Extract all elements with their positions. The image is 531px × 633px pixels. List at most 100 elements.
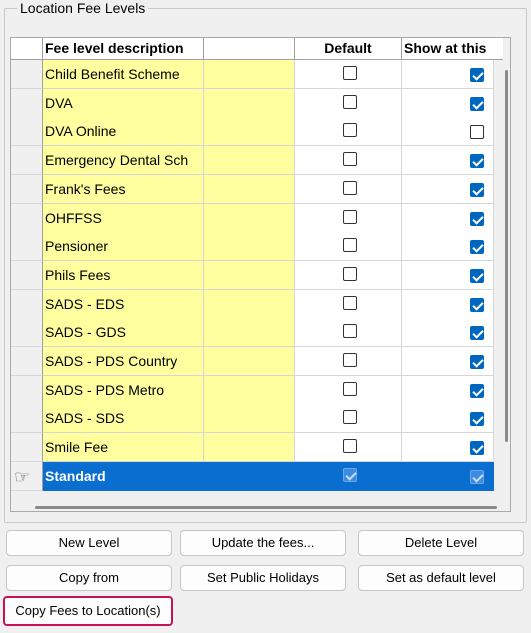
show-at-this-checkbox[interactable]	[470, 68, 484, 82]
show-at-this-checkbox[interactable]	[470, 412, 484, 427]
default-checkbox[interactable]	[343, 381, 357, 396]
blank-cell[interactable]	[204, 433, 295, 463]
fee-level-description-cell[interactable]: Standard	[43, 461, 204, 491]
default-checkbox[interactable]	[343, 123, 357, 138]
blank-cell[interactable]	[204, 404, 295, 434]
fee-level-description-cell[interactable]: SADS - GDS	[43, 318, 204, 348]
row-indicator[interactable]	[11, 318, 43, 348]
table-row[interactable]: Child Benefit Scheme	[11, 60, 503, 89]
table-row[interactable]: ☞ Standard	[11, 461, 503, 491]
show-at-this-checkbox[interactable]	[470, 182, 484, 197]
row-indicator[interactable]	[11, 260, 43, 290]
vertical-scroll-thumb[interactable]	[505, 70, 508, 442]
blank-cell[interactable]	[204, 174, 295, 204]
new-level-button[interactable]: New Level	[6, 530, 172, 556]
default-checkbox[interactable]	[343, 66, 357, 80]
fee-level-description-cell[interactable]: Pensioner	[43, 232, 204, 262]
fee-level-description-cell[interactable]: Smile Fee	[43, 433, 204, 463]
row-indicator[interactable]	[11, 60, 43, 89]
blank-cell[interactable]	[204, 461, 295, 491]
show-at-this-checkbox[interactable]	[470, 297, 484, 312]
fee-level-description-cell[interactable]: SADS - PDS Country	[43, 347, 204, 376]
default-checkbox[interactable]	[343, 152, 357, 167]
fee-level-description-cell[interactable]: OHFFSS	[43, 203, 204, 233]
set-default-level-button[interactable]: Set as default level	[358, 565, 524, 591]
row-indicator[interactable]	[11, 174, 43, 204]
row-indicator[interactable]	[11, 289, 43, 319]
blank-cell[interactable]	[204, 232, 295, 262]
default-checkbox[interactable]	[343, 295, 357, 310]
set-public-holidays-button[interactable]: Set Public Holidays	[180, 565, 346, 591]
default-checkbox[interactable]	[343, 238, 357, 253]
row-indicator[interactable]	[11, 347, 43, 376]
table-row[interactable]: DVA Online	[11, 117, 503, 147]
horizontal-scrollbar[interactable]	[11, 503, 503, 511]
fee-levels-grid[interactable]: Fee level description Default Show at th…	[10, 37, 511, 512]
blank-cell[interactable]	[204, 260, 295, 290]
copy-from-button[interactable]: Copy from	[6, 565, 172, 591]
default-checkbox[interactable]	[343, 180, 357, 195]
table-row[interactable]: SADS - GDS	[11, 318, 503, 348]
show-at-this-checkbox[interactable]	[470, 268, 484, 283]
table-row[interactable]: Pensioner	[11, 232, 503, 262]
show-at-this-checkbox[interactable]	[470, 355, 484, 369]
table-row[interactable]: OHFFSS	[11, 203, 503, 233]
table-row[interactable]: SADS - PDS Country	[11, 347, 503, 376]
default-checkbox[interactable]	[343, 410, 357, 425]
default-checkbox[interactable]	[343, 467, 357, 482]
default-checkbox[interactable]	[343, 324, 357, 339]
show-at-this-checkbox[interactable]	[470, 383, 484, 398]
fee-level-description-cell[interactable]: SADS - EDS	[43, 289, 204, 319]
table-row[interactable]: SADS - SDS	[11, 404, 503, 434]
fee-level-description-cell[interactable]: SADS - SDS	[43, 404, 204, 434]
header-fee-level-description[interactable]: Fee level description	[43, 38, 204, 59]
blank-cell[interactable]	[204, 289, 295, 319]
row-indicator[interactable]: ☞	[11, 461, 43, 491]
row-indicator[interactable]	[11, 404, 43, 434]
show-at-this-checkbox[interactable]	[470, 211, 484, 226]
row-indicator[interactable]	[11, 88, 43, 118]
show-at-this-checkbox[interactable]	[470, 326, 484, 341]
fee-level-description-cell[interactable]: Child Benefit Scheme	[43, 60, 204, 89]
row-indicator[interactable]	[11, 146, 43, 176]
table-row[interactable]: Frank's Fees	[11, 174, 503, 204]
default-checkbox[interactable]	[343, 353, 357, 367]
show-at-this-checkbox[interactable]	[470, 154, 484, 169]
fee-level-description-cell[interactable]: DVA	[43, 88, 204, 118]
table-row[interactable]: DVA	[11, 88, 503, 118]
fee-level-description-cell[interactable]: DVA Online	[43, 117, 204, 147]
show-at-this-checkbox[interactable]	[470, 240, 484, 255]
fee-level-description-cell[interactable]: Phils Fees	[43, 260, 204, 290]
blank-cell[interactable]	[204, 146, 295, 176]
show-at-this-checkbox[interactable]	[470, 96, 484, 111]
fee-level-description-cell[interactable]: Frank's Fees	[43, 174, 204, 204]
blank-cell[interactable]	[204, 347, 295, 376]
fee-level-description-cell[interactable]: SADS - PDS Metro	[43, 375, 204, 405]
blank-cell[interactable]	[204, 60, 295, 89]
show-at-this-checkbox[interactable]	[470, 441, 484, 456]
delete-level-button[interactable]: Delete Level	[358, 530, 524, 556]
table-row[interactable]: Emergency Dental Sch	[11, 146, 503, 176]
fee-level-description-cell[interactable]: Emergency Dental Sch	[43, 146, 204, 176]
table-row[interactable]: Phils Fees	[11, 260, 503, 290]
horizontal-scroll-thumb[interactable]	[35, 506, 497, 509]
blank-cell[interactable]	[204, 375, 295, 405]
row-indicator[interactable]	[11, 117, 43, 147]
show-at-this-checkbox[interactable]	[470, 125, 484, 140]
table-row[interactable]: SADS - PDS Metro	[11, 375, 503, 405]
blank-cell[interactable]	[204, 318, 295, 348]
table-row[interactable]: SADS - EDS	[11, 289, 503, 319]
table-row[interactable]: Smile Fee	[11, 433, 503, 463]
default-checkbox[interactable]	[343, 439, 357, 454]
copy-fees-to-locations-button[interactable]: Copy Fees to Location(s)	[3, 596, 173, 626]
header-show-at-this[interactable]: Show at this	[402, 38, 494, 59]
default-checkbox[interactable]	[343, 266, 357, 281]
row-indicator[interactable]	[11, 203, 43, 233]
show-at-this-checkbox[interactable]	[470, 469, 484, 484]
row-indicator[interactable]	[11, 433, 43, 463]
vertical-scrollbar[interactable]	[503, 38, 510, 503]
default-checkbox[interactable]	[343, 209, 357, 224]
blank-cell[interactable]	[204, 88, 295, 118]
update-fees-button[interactable]: Update the fees...	[180, 530, 346, 556]
row-indicator[interactable]	[11, 375, 43, 405]
